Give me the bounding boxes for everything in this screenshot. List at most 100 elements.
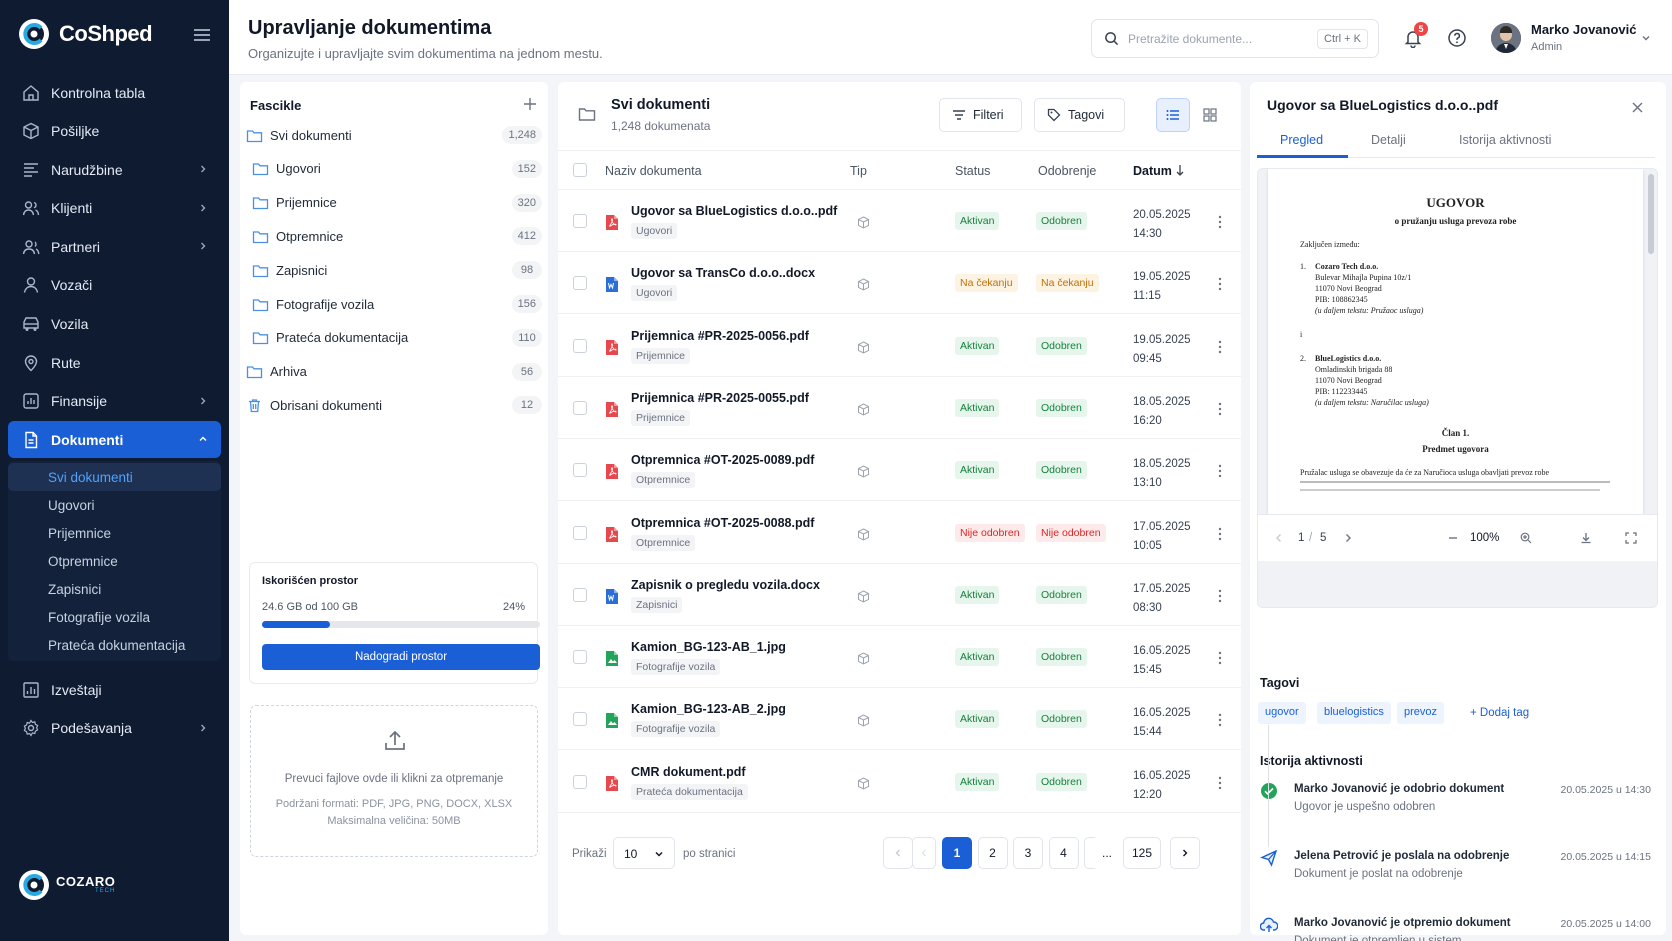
prev-page-button[interactable] xyxy=(912,837,936,869)
sidebar-item-partneri[interactable]: Partneri xyxy=(8,228,221,265)
table-row[interactable]: CMR dokument.pdf Prateća dokumentacija A… xyxy=(558,751,1241,813)
document-name[interactable]: CMR dokument.pdf xyxy=(631,765,746,779)
column-type[interactable]: Tip xyxy=(850,164,867,178)
folder-item[interactable]: Prateća dokumentacija 110 xyxy=(252,323,542,353)
sidebar-item-narudzbine[interactable]: Narudžbine xyxy=(8,151,221,188)
menu-toggle-icon[interactable] xyxy=(193,28,211,42)
list-view-button[interactable] xyxy=(1156,98,1190,132)
zoom-out-icon[interactable] xyxy=(1447,532,1459,544)
sidebar-item-kontrolna-tabla[interactable]: Kontrolna tabla xyxy=(8,74,221,111)
tab-overview[interactable]: Pregled xyxy=(1280,133,1323,147)
more-actions-icon[interactable] xyxy=(1218,651,1222,665)
column-status[interactable]: Status xyxy=(955,164,990,178)
document-name[interactable]: Kamion_BG-123-AB_1.jpg xyxy=(631,640,786,654)
table-row[interactable]: Prijemnica #PR-2025-0055.pdf Prijemnice … xyxy=(558,377,1241,439)
page-button[interactable]: 3 xyxy=(1013,837,1043,869)
document-name[interactable]: Zapisnik o pregledu vozila.docx xyxy=(631,578,820,592)
more-actions-icon[interactable] xyxy=(1218,277,1222,291)
folder-item[interactable]: Otpremnice 412 xyxy=(252,221,542,251)
close-icon[interactable] xyxy=(1631,101,1644,114)
more-actions-icon[interactable] xyxy=(1218,340,1222,354)
folder-item[interactable]: Zapisnici 98 xyxy=(252,255,542,285)
per-page-select[interactable]: 10 xyxy=(613,837,675,869)
more-actions-icon[interactable] xyxy=(1218,215,1222,229)
more-actions-icon[interactable] xyxy=(1218,589,1222,603)
tab-activity-history[interactable]: Istorija aktivnosti xyxy=(1459,133,1551,147)
sidebar-item-izvestaji[interactable]: Izveštaji xyxy=(8,671,221,708)
sidebar-item-klijenti[interactable]: Klijenti xyxy=(8,190,221,227)
more-actions-icon[interactable] xyxy=(1218,402,1222,416)
table-row[interactable]: Ugovor sa BlueLogistics d.o.o..pdf Ugovo… xyxy=(558,190,1241,252)
sidebar-item-posiljke[interactable]: Pošiljke xyxy=(8,113,221,150)
column-approval[interactable]: Odobrenje xyxy=(1038,164,1096,178)
download-icon[interactable] xyxy=(1580,532,1592,544)
select-all-checkbox[interactable] xyxy=(573,163,587,177)
table-row[interactable]: Zapisnik o pregledu vozila.docx Zapisnic… xyxy=(558,564,1241,626)
folder-item[interactable]: Ugovori 152 xyxy=(252,154,542,184)
add-folder-icon[interactable] xyxy=(523,97,537,111)
row-checkbox[interactable] xyxy=(573,276,587,291)
table-row[interactable]: Otpremnica #OT-2025-0088.pdf Otpremnice … xyxy=(558,502,1241,564)
page-button[interactable]: 4 xyxy=(1048,837,1079,869)
sidebar-subitem[interactable]: Fotografije vozila xyxy=(8,603,221,631)
document-name[interactable]: Prijemnica #PR-2025-0055.pdf xyxy=(631,391,809,405)
folder-item[interactable]: Svi dokumenti 1,248 xyxy=(246,120,542,150)
sidebar-item-dokumenti[interactable]: Dokumenti xyxy=(8,421,221,459)
document-preview[interactable]: UGOVOR o pružanju usluga prevoza robe Za… xyxy=(1257,168,1658,608)
tag-chip[interactable]: prevoz xyxy=(1397,702,1445,724)
fullscreen-icon[interactable] xyxy=(1625,532,1637,544)
document-name[interactable]: Kamion_BG-123-AB_2.jpg xyxy=(631,702,786,716)
help-icon[interactable] xyxy=(1447,28,1467,48)
row-checkbox[interactable] xyxy=(573,774,587,789)
sidebar-item-podesavanja[interactable]: Podešavanja xyxy=(8,710,221,747)
row-checkbox[interactable] xyxy=(573,525,587,540)
avatar[interactable] xyxy=(1491,23,1521,53)
table-row[interactable]: Otpremnica #OT-2025-0089.pdf Otpremnice … xyxy=(558,439,1241,502)
chevron-down-icon[interactable] xyxy=(1640,32,1652,44)
sidebar-item-rute[interactable]: Rute xyxy=(8,344,221,381)
tags-button[interactable]: Tagovi xyxy=(1034,98,1125,132)
folder-item[interactable]: Prijemnice 320 xyxy=(252,188,542,218)
row-checkbox[interactable] xyxy=(573,587,587,602)
row-checkbox[interactable] xyxy=(573,400,587,415)
sidebar-subitem[interactable]: Ugovori xyxy=(8,491,221,519)
column-name[interactable]: Naziv dokumenta xyxy=(605,164,702,178)
row-checkbox[interactable] xyxy=(573,214,587,228)
folder-item[interactable]: Fotografije vozila 156 xyxy=(252,289,542,319)
column-date[interactable]: Datum xyxy=(1133,164,1172,178)
upload-dropzone[interactable]: Prevuci fajlove ovde ili klikni za otpre… xyxy=(250,705,538,857)
search-input[interactable] xyxy=(1128,31,1308,46)
first-page-button[interactable] xyxy=(883,837,913,869)
chevron-left-icon[interactable] xyxy=(1273,532,1285,544)
more-actions-icon[interactable] xyxy=(1218,464,1222,478)
sidebar-subitem[interactable]: Zapisnici xyxy=(8,575,221,603)
document-name[interactable]: Otpremnica #OT-2025-0088.pdf xyxy=(631,516,814,530)
more-actions-icon[interactable] xyxy=(1218,527,1222,541)
row-checkbox[interactable] xyxy=(573,712,587,727)
upgrade-storage-button[interactable]: Nadogradi prostor xyxy=(262,644,540,670)
row-checkbox[interactable] xyxy=(573,338,587,353)
more-actions-icon[interactable] xyxy=(1218,776,1222,790)
document-name[interactable]: Ugovor sa BlueLogistics d.o.o..pdf xyxy=(631,204,837,218)
preview-scrollbar[interactable] xyxy=(1648,174,1654,254)
sidebar-item-vozaci[interactable]: Vozači xyxy=(8,267,221,304)
sidebar-subitem[interactable]: Prateća dokumentacija xyxy=(8,631,221,659)
folder-item[interactable]: Obrisani dokumenti 12 xyxy=(246,390,542,420)
document-name[interactable]: Prijemnica #PR-2025-0056.pdf xyxy=(631,329,809,343)
row-checkbox[interactable] xyxy=(573,463,587,478)
document-name[interactable]: Ugovor sa TransCo d.o.o..docx xyxy=(631,266,815,280)
document-name[interactable]: Otpremnica #OT-2025-0089.pdf xyxy=(631,453,814,467)
table-row[interactable]: Kamion_BG-123-AB_1.jpg Fotografije vozil… xyxy=(558,626,1241,689)
folder-item[interactable]: Arhiva 56 xyxy=(246,357,542,387)
zoom-in-icon[interactable] xyxy=(1520,532,1532,544)
app-logo[interactable]: CoShped xyxy=(17,17,153,51)
row-checkbox[interactable] xyxy=(573,650,587,665)
table-row[interactable]: Kamion_BG-123-AB_2.jpg Fotografije vozil… xyxy=(558,688,1241,751)
filters-button[interactable]: Filteri xyxy=(939,98,1022,132)
grid-view-button[interactable] xyxy=(1193,98,1227,132)
last-page-button[interactable]: 125 xyxy=(1123,837,1161,869)
tag-chip[interactable]: ugovor xyxy=(1258,702,1306,724)
table-row[interactable]: Prijemnica #PR-2025-0056.pdf Prijemnice … xyxy=(558,315,1241,377)
more-actions-icon[interactable] xyxy=(1218,713,1222,727)
sidebar-item-vozila[interactable]: Vozila xyxy=(8,306,221,343)
